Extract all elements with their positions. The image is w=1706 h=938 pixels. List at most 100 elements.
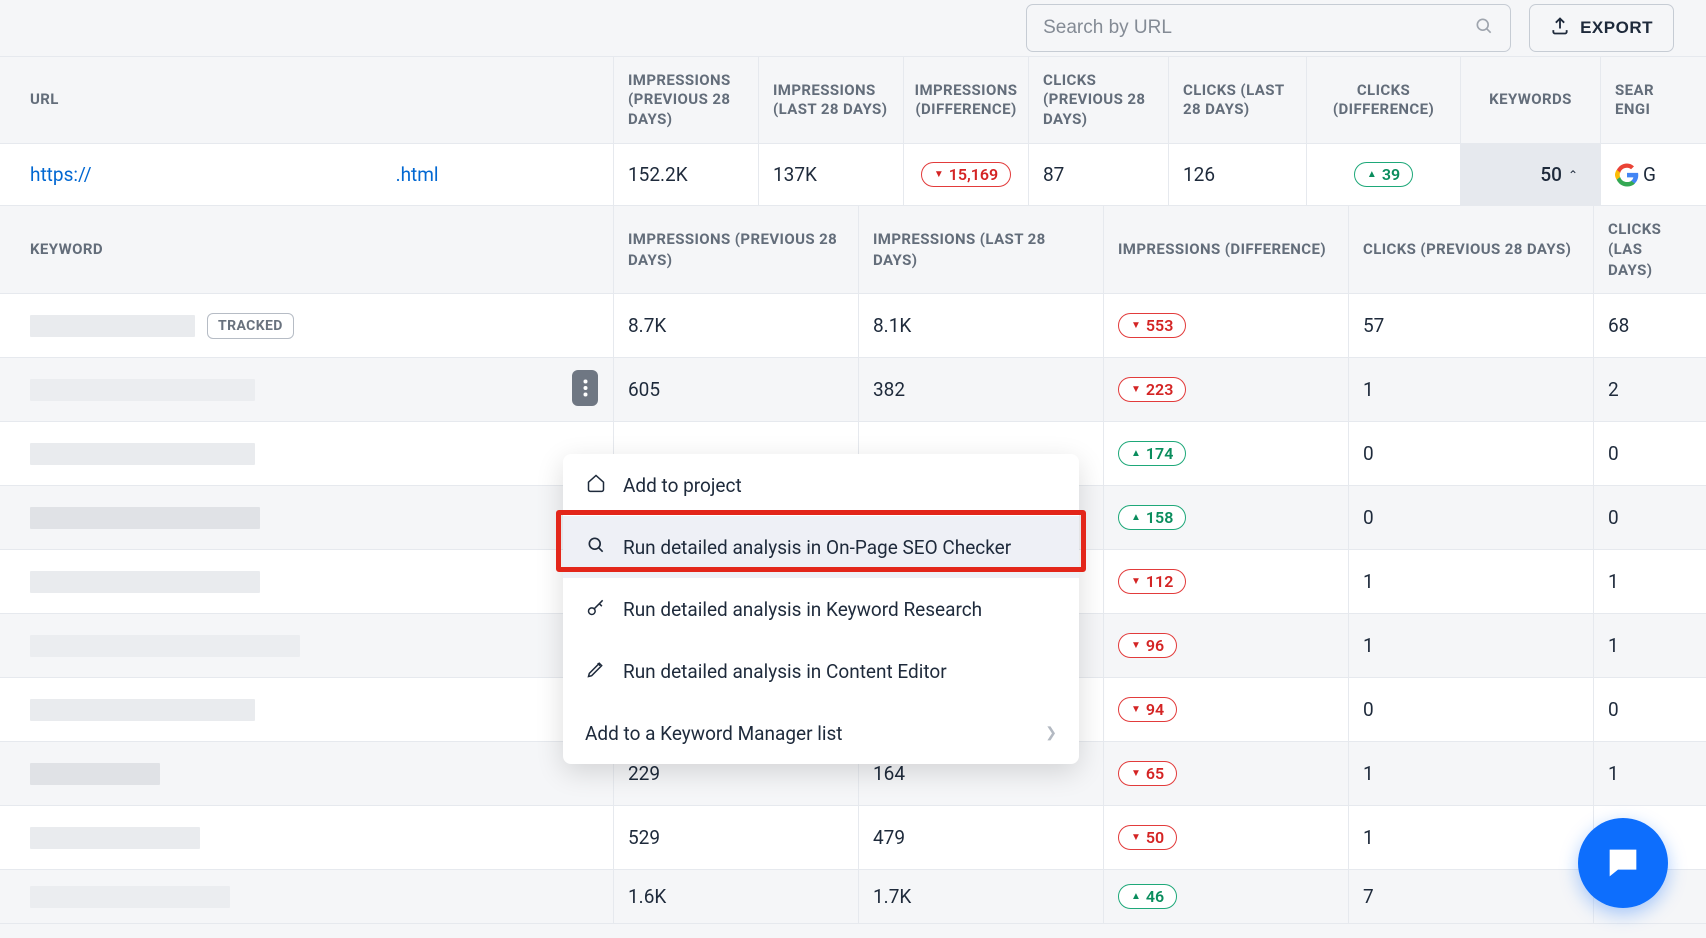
header-impressions-diff[interactable]: IMPRESSIONS (DIFFERENCE): [904, 57, 1029, 143]
kw-imp-diff: ▼96: [1104, 614, 1349, 677]
url-header-row: URL IMPRESSIONS (PREVIOUS 28 DAYS) IMPRE…: [0, 56, 1706, 144]
kw-clk-prev: 1: [1349, 550, 1594, 613]
kw-clk-prev: 0: [1349, 486, 1594, 549]
keyword-cell: [0, 358, 614, 421]
kw-clk-prev: 1: [1349, 614, 1594, 677]
export-button[interactable]: EXPORT: [1529, 4, 1674, 52]
kw-imp-diff: ▼94: [1104, 678, 1349, 741]
export-icon: [1550, 16, 1570, 41]
header-impressions-last[interactable]: IMPRESSIONS (LAST 28 DAYS): [759, 57, 904, 143]
key-icon: [585, 597, 607, 622]
kw-clk-last: 1: [1594, 614, 1686, 677]
redacted-keyword: [30, 827, 200, 849]
kw-header-imp-last[interactable]: IMPRESSIONS (LAST 28 DAYS): [859, 206, 1104, 293]
kw-imp-last: 382: [859, 358, 1104, 421]
redacted-keyword: [30, 571, 260, 593]
kw-imp-diff: ▼112: [1104, 550, 1349, 613]
dd-label: Add to project: [623, 474, 742, 497]
keyword-row[interactable]: TRACKED8.7K8.1K▼5535768: [0, 294, 1706, 358]
kw-clk-last: 0: [1594, 486, 1686, 549]
kw-imp-prev: 605: [614, 358, 859, 421]
keyword-cell: [0, 742, 614, 805]
dd-keyword-research[interactable]: Run detailed analysis in Keyword Researc…: [563, 578, 1079, 640]
tracked-badge: TRACKED: [207, 313, 294, 339]
kw-header-imp-diff[interactable]: IMPRESSIONS (DIFFERENCE): [1104, 206, 1349, 293]
toolbar: EXPORT: [0, 0, 1706, 56]
engines-extra: G: [1643, 163, 1656, 186]
more-actions-button[interactable]: [572, 370, 598, 406]
kw-clk-prev: 0: [1349, 422, 1594, 485]
kw-clk-prev: 1: [1349, 358, 1594, 421]
dd-content-editor[interactable]: Run detailed analysis in Content Editor: [563, 640, 1079, 702]
keyword-cell: [0, 678, 614, 741]
keyword-cell: [0, 806, 614, 869]
redacted-keyword: [30, 507, 260, 529]
header-search-engines[interactable]: SEARENGI: [1601, 57, 1681, 143]
url-cell[interactable]: https://.html: [0, 144, 614, 205]
url-link[interactable]: https://.html: [30, 163, 439, 187]
header-clicks-diff[interactable]: CLICKS (DIFFERENCE): [1307, 57, 1461, 143]
dd-keyword-manager-list[interactable]: Add to a Keyword Manager list ❯: [563, 702, 1079, 764]
url-clicks-last: 126: [1169, 144, 1307, 205]
url-imp-prev: 152.2K: [614, 144, 759, 205]
dd-label: Run detailed analysis in Keyword Researc…: [623, 598, 982, 621]
chat-fab[interactable]: [1578, 818, 1668, 908]
kw-header-clk-prev[interactable]: CLICKS (PREVIOUS 28 DAYS): [1349, 206, 1594, 293]
kw-imp-prev: 1.6K: [614, 870, 859, 923]
kw-imp-diff: ▲158: [1104, 486, 1349, 549]
kw-clk-prev: 57: [1349, 294, 1594, 357]
keyword-row[interactable]: 1.6K1.7K▲46713: [0, 870, 1706, 924]
kw-clk-last: 0: [1594, 422, 1686, 485]
keyword-cell: [0, 486, 614, 549]
kw-header-keyword[interactable]: KEYWORD: [0, 206, 614, 293]
header-clicks-last[interactable]: CLICKS (LAST 28 DAYS): [1169, 57, 1307, 143]
dd-label: Run detailed analysis in Content Editor: [623, 660, 947, 683]
header-url[interactable]: URL: [0, 57, 614, 143]
chevron-up-icon: ⌃: [1568, 168, 1578, 182]
url-keywords-expand[interactable]: 50⌃: [1461, 144, 1601, 205]
chevron-right-icon: ❯: [1045, 725, 1057, 741]
url-imp-diff: ▼15,169: [904, 144, 1029, 205]
redacted-keyword: [30, 635, 300, 657]
keyword-header-row: KEYWORD IMPRESSIONS (PREVIOUS 28 DAYS) I…: [0, 206, 1706, 294]
kw-imp-diff: ▲46: [1104, 870, 1349, 923]
kw-imp-last: 8.1K: [859, 294, 1104, 357]
kw-clk-prev: 1: [1349, 742, 1594, 805]
redacted-keyword: [30, 315, 195, 337]
keyword-row[interactable]: 529479▼501: [0, 806, 1706, 870]
dd-label: Add to a Keyword Manager list: [585, 722, 843, 745]
keyword-actions-dropdown: Add to project Run detailed analysis in …: [563, 454, 1079, 764]
url-data-row: https://.html 152.2K 137K ▼15,169 87 126…: [0, 144, 1706, 206]
redacted-keyword: [30, 699, 255, 721]
kw-header-clk-last[interactable]: CLICKS (LASDAYS): [1594, 206, 1686, 293]
header-keywords[interactable]: KEYWORDS: [1461, 57, 1601, 143]
keyword-cell: [0, 550, 614, 613]
kw-imp-prev: 529: [614, 806, 859, 869]
header-clicks-prev[interactable]: CLICKS (PREVIOUS 28 DAYS): [1029, 57, 1169, 143]
pencil-icon: [585, 659, 607, 684]
kw-clk-last: 1: [1594, 550, 1686, 613]
kw-imp-prev: 8.7K: [614, 294, 859, 357]
redacted-keyword: [30, 379, 255, 401]
search-icon: [585, 535, 607, 560]
kw-imp-diff: ▼553: [1104, 294, 1349, 357]
search-box[interactable]: [1026, 4, 1511, 52]
export-label: EXPORT: [1580, 18, 1653, 38]
kw-header-imp-prev[interactable]: IMPRESSIONS (PREVIOUS 28 DAYS): [614, 206, 859, 293]
kw-imp-diff: ▼50: [1104, 806, 1349, 869]
kw-clk-prev: 1: [1349, 806, 1594, 869]
keyword-cell: TRACKED: [0, 294, 614, 357]
kw-imp-diff: ▼223: [1104, 358, 1349, 421]
kw-imp-diff: ▲174: [1104, 422, 1349, 485]
search-icon: [1474, 16, 1494, 40]
keyword-row[interactable]: 605382▼22312: [0, 358, 1706, 422]
dd-add-to-project[interactable]: Add to project: [563, 454, 1079, 516]
google-icon: [1615, 163, 1639, 187]
kw-clk-last: 1: [1594, 742, 1686, 805]
redacted-keyword: [30, 763, 160, 785]
redacted-keyword: [30, 886, 230, 908]
dd-onpage-seo-checker[interactable]: Run detailed analysis in On-Page SEO Che…: [563, 516, 1079, 578]
header-impressions-prev[interactable]: IMPRESSIONS (PREVIOUS 28 DAYS): [614, 57, 759, 143]
search-input[interactable]: [1043, 17, 1474, 39]
home-icon: [585, 473, 607, 498]
